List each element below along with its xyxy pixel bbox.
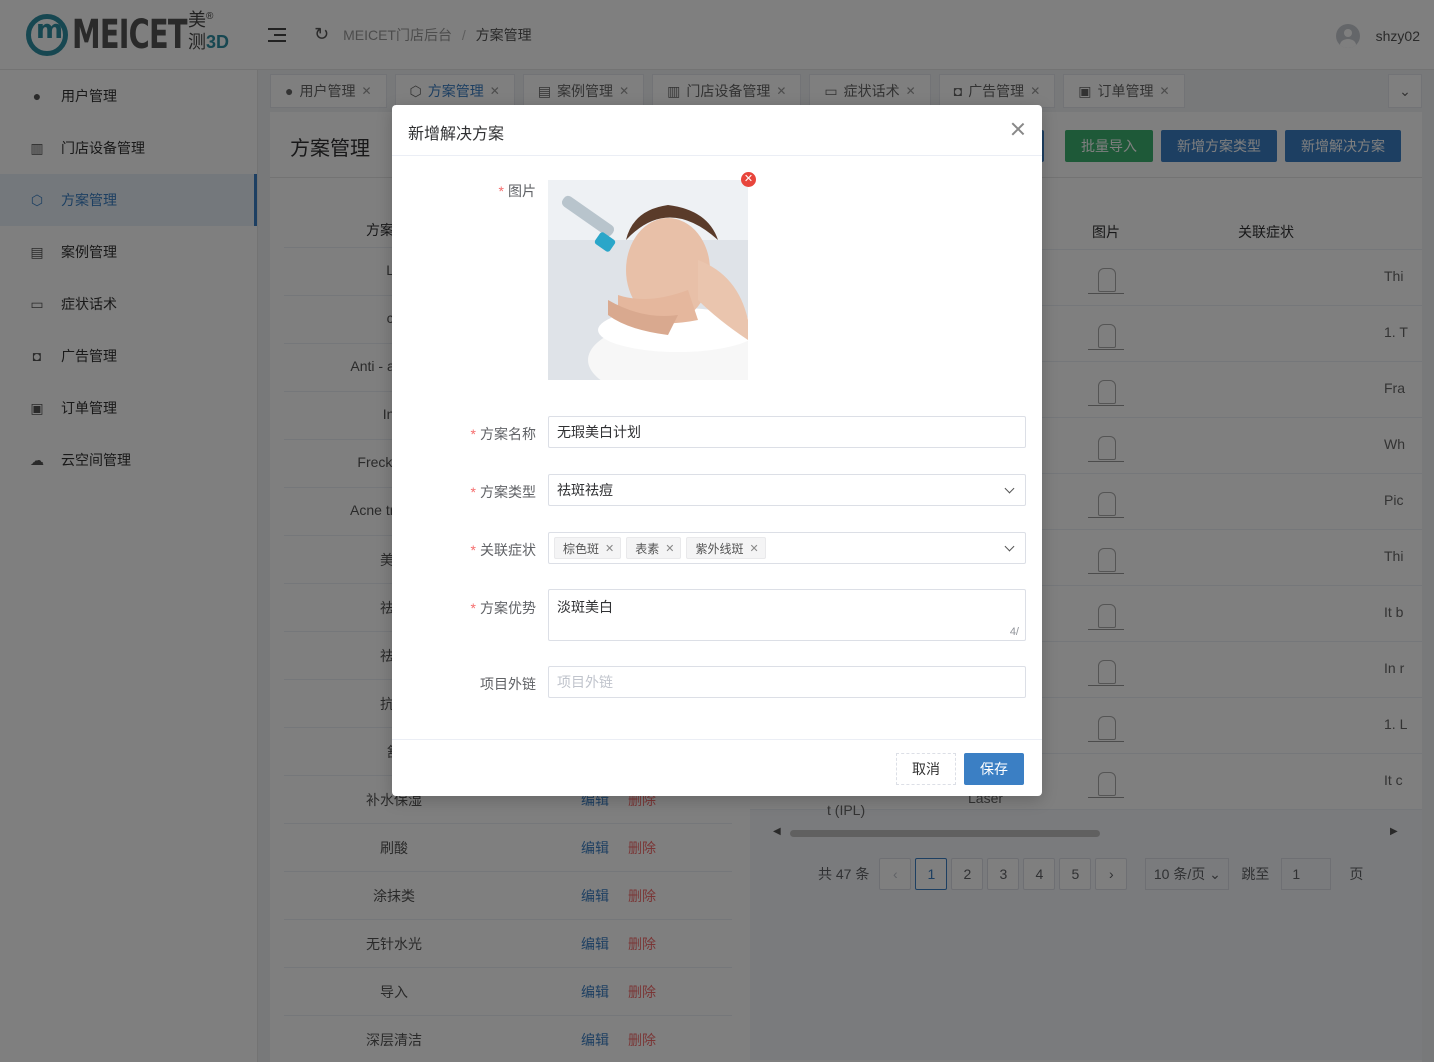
symptom-multiselect[interactable]: 棕色斑 ✕ 表素 ✕ 紫外线斑 ✕ bbox=[548, 532, 1026, 564]
solution-type-select[interactable]: 祛斑祛痘 bbox=[548, 474, 1026, 506]
type-label: * 方案类型 bbox=[470, 484, 536, 500]
remove-image-icon[interactable]: ✕ bbox=[741, 172, 756, 187]
uploaded-image bbox=[548, 180, 748, 380]
symptom-label: * 关联症状 bbox=[470, 542, 536, 558]
chevron-down-icon bbox=[1004, 541, 1015, 552]
dialog-footer: 取消 保存 bbox=[392, 739, 1042, 796]
chevron-down-icon bbox=[1004, 483, 1015, 494]
save-button[interactable]: 保存 bbox=[964, 753, 1024, 785]
dialog-title: 新增解决方案 bbox=[408, 126, 505, 143]
close-icon[interactable]: ✕ bbox=[749, 542, 758, 555]
symptom-tag: 棕色斑 ✕ bbox=[554, 537, 622, 559]
name-label: * 方案名称 bbox=[470, 426, 536, 442]
solution-name-input[interactable]: 无瑕美白计划 bbox=[548, 416, 1026, 448]
image-label: * 图片 bbox=[498, 183, 536, 199]
link-label: 项目外链 bbox=[480, 676, 536, 692]
char-counter: 4/ bbox=[1009, 626, 1019, 638]
close-icon[interactable] bbox=[1008, 119, 1028, 139]
symptom-tag: 紫外线斑 ✕ bbox=[686, 537, 766, 559]
close-icon[interactable]: ✕ bbox=[605, 542, 614, 555]
cancel-button[interactable]: 取消 bbox=[896, 753, 956, 785]
advantage-label: * 方案优势 bbox=[470, 600, 536, 616]
dialog-header: 新增解决方案 bbox=[392, 105, 1042, 156]
symptom-tag: 表素 ✕ bbox=[626, 537, 682, 559]
spa-photo bbox=[548, 180, 748, 380]
project-link-input[interactable]: 项目外链 bbox=[548, 666, 1026, 698]
advantage-textarea[interactable]: 淡斑美白 4/ bbox=[548, 589, 1026, 641]
new-solution-dialog: 新增解决方案 * 图片 ✕ * 方案名称 无瑕美白计划 * 方案类型 祛斑祛痘 * 关联… bbox=[392, 105, 1042, 796]
close-icon[interactable]: ✕ bbox=[665, 542, 674, 555]
